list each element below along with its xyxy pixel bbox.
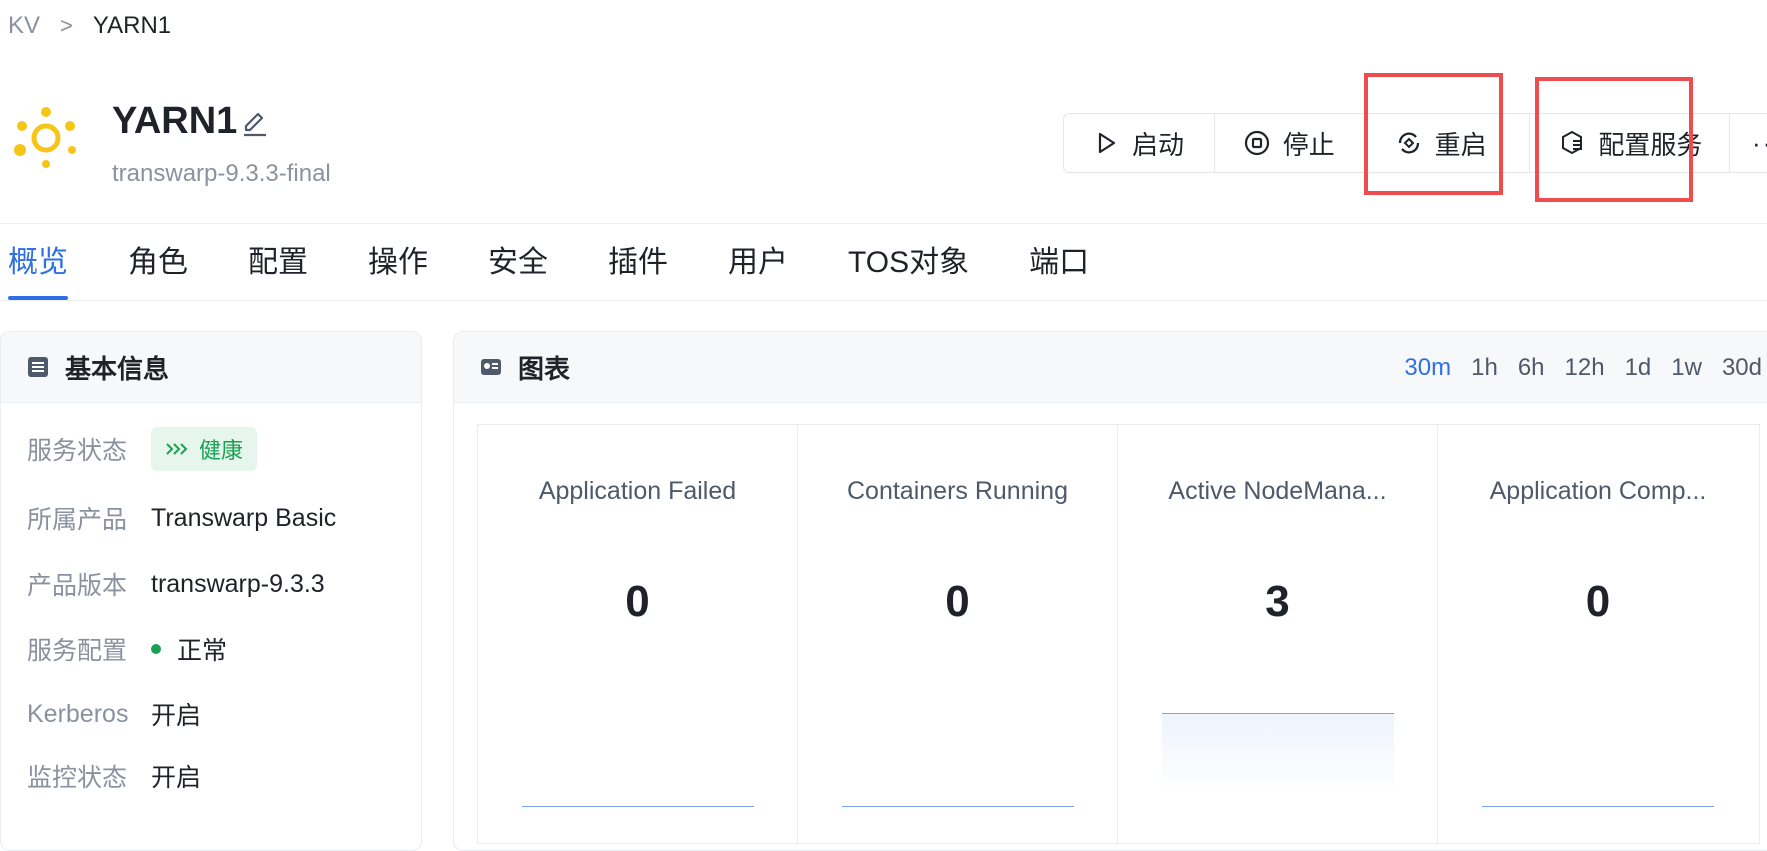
range-30d[interactable]: 30d xyxy=(1722,354,1762,382)
tab-security[interactable]: 安全 xyxy=(488,240,548,300)
configure-highlight-box xyxy=(1535,77,1693,202)
status-badge: 健康 xyxy=(151,427,258,471)
tab-users[interactable]: 用户 xyxy=(728,240,788,300)
tab-tos-objects[interactable]: TOS对象 xyxy=(848,240,969,300)
charts-title: 图表 xyxy=(518,353,571,384)
metric-card[interactable]: Application Comp... 0 xyxy=(1438,425,1758,843)
chart-card-icon xyxy=(481,359,501,375)
metric-card[interactable]: Active NodeMana... 3 xyxy=(1118,425,1438,843)
metric-value: 0 xyxy=(945,577,970,626)
range-30m[interactable]: 30m xyxy=(1404,354,1451,382)
sparkline xyxy=(1482,806,1714,807)
info-row-service-config: 服务配置 正常 xyxy=(27,631,227,667)
info-row-product-version: 产品版本 transwarp-9.3.3 xyxy=(27,566,325,602)
breadcrumb-parent[interactable]: KV xyxy=(8,12,40,40)
breadcrumb: KV > YARN1 xyxy=(8,12,171,40)
breadcrumb-current: YARN1 xyxy=(92,12,172,39)
charts-panel: 图表 30m 1h 6h 12h 1d 1w 30d Application F… xyxy=(453,331,1767,851)
info-value: Transwarp Basic xyxy=(151,503,337,532)
chevrons-right-icon xyxy=(166,443,188,455)
metric-title: Containers Running xyxy=(847,477,1068,505)
info-row-monitoring: 监控状态 开启 xyxy=(27,758,201,794)
metric-card[interactable]: Containers Running 0 xyxy=(798,425,1118,843)
basic-info-panel: 基本信息 服务状态 健康 所属产品 Transwarp Basic 产品版本 t… xyxy=(0,331,422,851)
time-range-selector: 30m 1h 6h 12h 1d 1w 30d xyxy=(1404,354,1767,382)
metric-title: Active NodeMana... xyxy=(1168,477,1387,505)
stop-button-label: 停止 xyxy=(1282,129,1335,160)
sparkline xyxy=(842,806,1074,807)
header-divider xyxy=(0,223,1767,224)
stop-icon xyxy=(1244,130,1269,156)
breadcrumb-separator: > xyxy=(60,13,73,38)
tab-plugins[interactable]: 插件 xyxy=(608,240,668,300)
range-1h[interactable]: 1h xyxy=(1471,354,1498,382)
start-button[interactable]: 启动 xyxy=(1064,114,1215,172)
restart-highlight-box xyxy=(1364,73,1503,195)
metric-cards: Application Failed 0 Containers Running … xyxy=(477,424,1760,844)
info-label: 产品版本 xyxy=(27,572,128,600)
metric-card[interactable]: Application Failed 0 xyxy=(478,425,798,843)
info-label: Kerberos xyxy=(27,699,129,728)
tab-configuration[interactable]: 配置 xyxy=(248,240,308,300)
service-tabs: 概览 角色 配置 操作 安全 插件 用户 TOS对象 端口 xyxy=(8,240,1149,300)
range-1w[interactable]: 1w xyxy=(1671,354,1702,382)
info-label: 监控状态 xyxy=(27,764,128,792)
basic-info-title: 基本信息 xyxy=(65,353,170,384)
tab-operations[interactable]: 操作 xyxy=(368,240,428,300)
info-value: 开启 xyxy=(151,702,202,730)
info-value: 正常 xyxy=(177,637,228,665)
info-row-kerberos: Kerberos 开启 xyxy=(27,696,201,732)
metric-title: Application Comp... xyxy=(1489,477,1707,505)
info-value: transwarp-9.3.3 xyxy=(151,569,325,598)
info-value: 开启 xyxy=(151,764,202,792)
tab-roles[interactable]: 角色 xyxy=(128,240,188,300)
metric-value: 0 xyxy=(625,577,650,626)
info-label: 所属产品 xyxy=(27,506,128,534)
basic-info-header: 基本信息 xyxy=(1,332,421,403)
list-icon xyxy=(28,357,48,377)
service-logo xyxy=(14,107,76,168)
start-button-label: 启动 xyxy=(1132,129,1185,160)
page-title: YARN1 xyxy=(112,100,238,142)
stop-button[interactable]: 停止 xyxy=(1215,114,1367,172)
sparkline xyxy=(522,806,754,807)
metric-value: 0 xyxy=(1585,577,1611,626)
info-row-product: 所属产品 Transwarp Basic xyxy=(27,500,336,536)
edit-icon[interactable] xyxy=(240,108,270,138)
sparkline-area xyxy=(1162,714,1394,794)
tabs-divider xyxy=(0,300,1767,301)
tab-ports[interactable]: 端口 xyxy=(1029,240,1089,300)
metric-title: Application Failed xyxy=(538,477,737,505)
service-version-tag: transwarp-9.3.3-final xyxy=(112,160,331,187)
range-12h[interactable]: 12h xyxy=(1565,354,1605,382)
status-dot xyxy=(151,644,161,654)
play-icon xyxy=(1098,132,1116,154)
info-label: 服务配置 xyxy=(27,637,128,665)
status-badge-label: 健康 xyxy=(199,438,244,463)
range-1d[interactable]: 1d xyxy=(1625,354,1652,382)
metric-value: 3 xyxy=(1265,577,1290,626)
range-6h[interactable]: 6h xyxy=(1518,354,1545,382)
tab-overview[interactable]: 概览 xyxy=(8,240,68,300)
more-actions-button[interactable]: ··· xyxy=(1730,114,1767,172)
info-label: 服务状态 xyxy=(27,437,128,465)
info-row-service-status: 服务状态 健康 xyxy=(27,427,258,471)
